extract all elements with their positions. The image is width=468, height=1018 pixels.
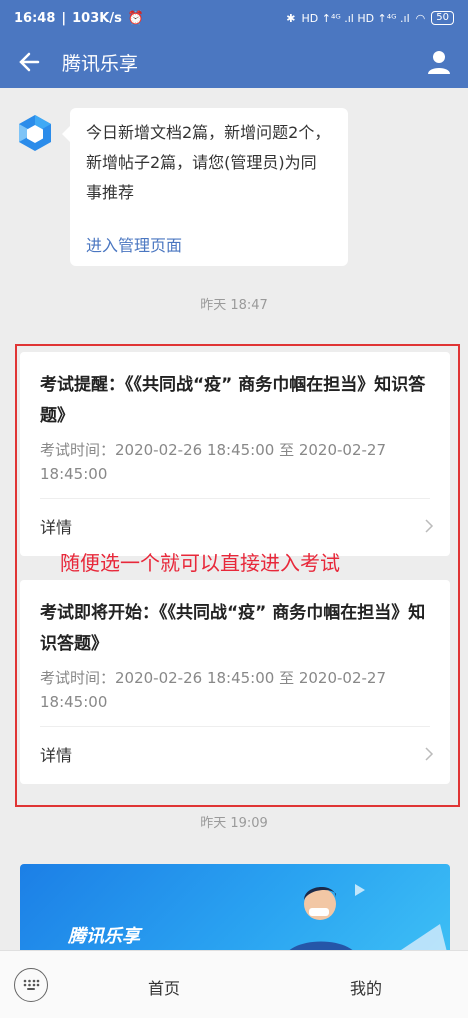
wifi-icon: ◠ [415, 11, 426, 25]
status-right: ✱ HD ↑⁴ᴳ .ıl HD ↑⁴ᴳ .ıl ◠ 50 [286, 11, 454, 25]
admin-page-link[interactable]: 进入管理页面 [86, 232, 182, 256]
card-detail-row[interactable]: 详情 [40, 514, 434, 538]
person-icon [428, 51, 450, 74]
bluetooth-icon: ✱ [286, 11, 296, 25]
timestamp: 昨天 19:09 [200, 816, 268, 831]
exam-card-starting[interactable]: 考试即将开始：《《共同战“疫” 商务巾帼在担当》知识答题》 考试时间：2020-… [20, 580, 450, 784]
alarm-icon: ⏰ [127, 10, 145, 26]
card-title: 考试即将开始：《《共同战“疫” 商务巾帼在担当》知识答题》 [40, 603, 426, 654]
keypad-icon [23, 979, 40, 990]
keyboard-menu-button[interactable] [14, 967, 48, 1002]
battery-icon: 50 [431, 11, 454, 25]
signal-icon: HD ↑⁴ᴳ .ıl HD ↑⁴ᴳ .ıl [301, 11, 410, 25]
nav-bar: 腾讯乐享 [0, 36, 468, 88]
annotation-text: 随便选一个就可以直接进入考试 [60, 551, 340, 575]
card-divider [40, 498, 430, 499]
timestamp: 昨天 18:47 [200, 298, 268, 313]
promo-banner[interactable]: 腾讯乐享 [20, 864, 450, 964]
detail-label: 详情 [40, 746, 73, 765]
status-time: 16:48 [14, 10, 56, 26]
exam-card-reminder[interactable]: 考试提醒：《《共同战“疫” 商务巾帼在担当》知识答题》 考试时间：2020-02… [20, 352, 450, 556]
lexiang-logo-avatar [19, 115, 51, 151]
status-bar: 16:48 | 103K/s ⏰ ✱ HD ↑⁴ᴳ .ıl HD ↑⁴ᴳ .ıl… [0, 0, 468, 36]
card-exam-time: 考试时间：2020-02-26 18:45:00 至 2020-02-27 18… [40, 669, 387, 711]
card-title: 考试提醒：《《共同战“疫” 商务巾帼在担当》知识答题》 [40, 375, 426, 426]
page-title: 腾讯乐享 [62, 52, 139, 75]
card-divider [40, 726, 430, 727]
status-separator: | [61, 10, 67, 26]
tab-home[interactable]: 首页 [148, 975, 180, 999]
message-text: 今日新增文档2篇，新增问题2个，新增帖子2篇，请您(管理员)为同事推荐 [86, 123, 331, 202]
card-detail-row[interactable]: 详情 [40, 742, 434, 766]
status-speed: 103K/s [72, 10, 122, 26]
card-exam-time: 考试时间：2020-02-26 18:45:00 至 2020-02-27 18… [40, 441, 387, 483]
banner-illustration [282, 884, 450, 964]
profile-button[interactable] [424, 47, 454, 77]
banner-title: 腾讯乐享 [68, 926, 140, 947]
back-button[interactable] [14, 47, 44, 77]
back-arrow-icon [19, 52, 40, 72]
chevron-right-icon [425, 519, 434, 533]
status-left: 16:48 | 103K/s ⏰ [14, 11, 144, 26]
chevron-right-icon [425, 747, 434, 761]
bottom-tab-bar: 首页 我的 [0, 950, 468, 1018]
tab-mine[interactable]: 我的 [350, 975, 382, 999]
message-bubble: 今日新增文档2篇，新增问题2个，新增帖子2篇，请您(管理员)为同事推荐 进入管理… [62, 108, 348, 266]
detail-label: 详情 [40, 518, 73, 537]
